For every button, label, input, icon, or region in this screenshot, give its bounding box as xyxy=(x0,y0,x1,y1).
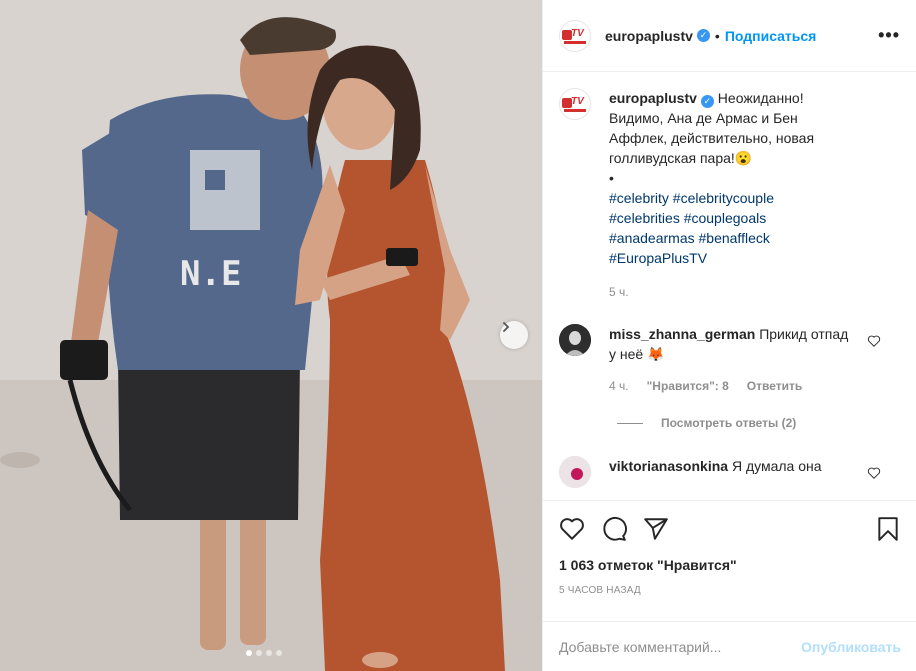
carousel-dot xyxy=(266,650,272,656)
carousel-dot xyxy=(246,650,252,656)
hashtag-line[interactable]: #anadearmas #benaffleck xyxy=(609,228,849,248)
like-comment-icon[interactable] xyxy=(867,466,881,480)
bookmark-icon xyxy=(878,517,898,541)
comment-composer: Опубликовать xyxy=(543,621,916,671)
replies-divider xyxy=(617,422,643,424)
comment: viktorianasonkina Я думала она xyxy=(559,456,901,488)
comment-text-block: viktorianasonkina Я думала она xyxy=(609,456,849,476)
comment-username[interactable]: viktorianasonkina xyxy=(609,458,728,474)
post-timestamp[interactable]: 5 ЧАСОВ НАЗАД xyxy=(543,585,916,596)
next-slide-button[interactable] xyxy=(500,321,528,349)
view-replies-label: Посмотреть ответы (2) xyxy=(661,416,797,430)
carousel-dots xyxy=(246,650,282,656)
like-comment-icon[interactable] xyxy=(867,334,881,348)
header-separator: • xyxy=(714,27,720,44)
europaplus-logo: TV xyxy=(562,96,588,112)
verified-badge-icon: ✓ xyxy=(700,95,714,108)
carousel-dot xyxy=(276,650,282,656)
header-username[interactable]: europaplustv xyxy=(605,28,693,44)
caption-username[interactable]: europaplustv xyxy=(609,90,697,106)
caption-bullet: • xyxy=(609,170,614,186)
follow-button[interactable]: Подписаться xyxy=(725,28,817,44)
comment-button[interactable] xyxy=(601,516,627,542)
avatar[interactable] xyxy=(559,324,591,356)
comment-text-block: miss_zhanna_german Прикид отпад у неё 🦊 … xyxy=(609,324,849,396)
avatar[interactable] xyxy=(559,456,591,488)
post-photo[interactable]: N.E xyxy=(0,0,542,671)
comment-username[interactable]: miss_zhanna_german xyxy=(609,326,755,342)
comment-likes[interactable]: "Нравится": 8 xyxy=(647,376,729,396)
chevron-right-icon xyxy=(503,322,510,332)
publish-comment-button[interactable]: Опубликовать xyxy=(801,639,901,655)
share-icon xyxy=(644,518,668,540)
avatar[interactable]: TV xyxy=(559,19,591,52)
comment-text: Я думала она xyxy=(731,458,822,474)
hashtag-line[interactable]: #celebrities #couplegoals xyxy=(609,208,849,228)
comment-meta: 4 ч. "Нравится": 8 Ответить xyxy=(609,376,849,396)
caption-time[interactable]: 5 ч. xyxy=(609,282,849,302)
verified-badge-icon: ✓ xyxy=(696,29,710,42)
action-icons xyxy=(543,501,916,557)
caption: TV europaplustv ✓ Неожиданно! Видимо, Ана… xyxy=(559,88,901,302)
post-side-panel: TV europaplustv ✓ • Подписаться ••• TV e… xyxy=(542,0,916,671)
save-button[interactable] xyxy=(875,516,901,542)
comment-time[interactable]: 4 ч. xyxy=(609,376,629,396)
hashtag-line[interactable]: #celebrity #celebritycouple xyxy=(609,188,849,208)
carousel-dot xyxy=(256,650,262,656)
post-actions: 1 063 отметок "Нравится" 5 ЧАСОВ НАЗАД О… xyxy=(543,500,916,655)
hashtag-line[interactable]: #EuropaPlusTV xyxy=(609,248,849,268)
heart-icon xyxy=(560,518,584,540)
share-button[interactable] xyxy=(643,516,669,542)
photo-illustration: N.E xyxy=(0,0,542,671)
more-options-button[interactable]: ••• xyxy=(878,25,900,46)
comment-icon xyxy=(603,517,627,541)
svg-text:N.E: N.E xyxy=(180,254,241,294)
comment-input[interactable] xyxy=(559,639,802,655)
view-replies-button[interactable]: Посмотреть ответы (2) xyxy=(617,416,901,430)
europaplus-logo: TV xyxy=(562,28,588,44)
user-photo xyxy=(559,456,591,488)
comments-section[interactable]: TV europaplustv ✓ Неожиданно! Видимо, Ана… xyxy=(543,72,916,500)
reply-button[interactable]: Ответить xyxy=(747,376,802,396)
user-photo xyxy=(559,324,591,356)
caption-text-block: europaplustv ✓ Неожиданно! Видимо, Ана де… xyxy=(609,88,849,302)
likes-count[interactable]: 1 063 отметок "Нравится" xyxy=(543,557,916,573)
post-header: TV europaplustv ✓ • Подписаться ••• xyxy=(543,0,916,72)
like-button[interactable] xyxy=(559,516,585,542)
comment: miss_zhanna_german Прикид отпад у неё 🦊 … xyxy=(559,324,901,396)
avatar[interactable]: TV xyxy=(559,88,591,120)
